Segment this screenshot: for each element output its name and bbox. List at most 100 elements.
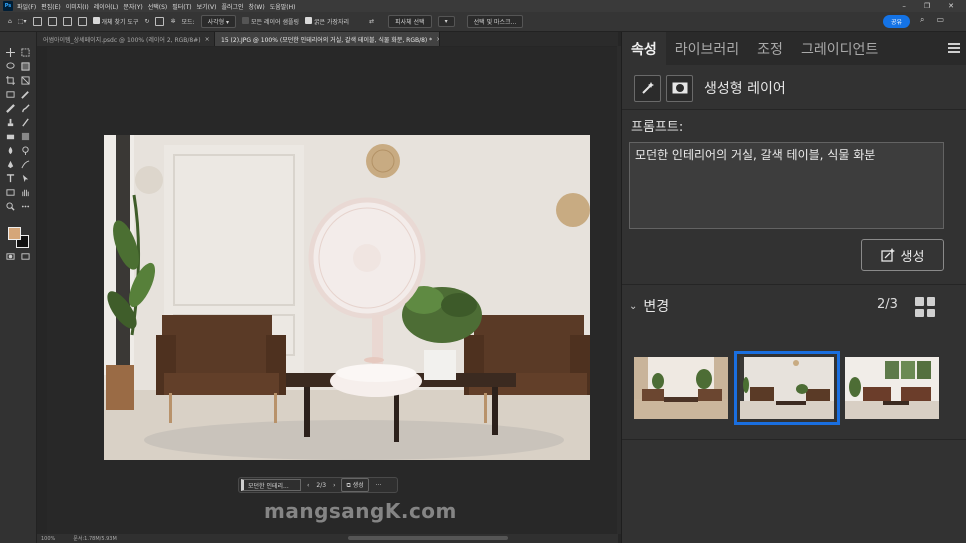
variation-thumbnail-2[interactable]: [734, 351, 840, 425]
zoom-tool-icon[interactable]: [6, 202, 15, 211]
menu-file[interactable]: 파일(F): [17, 2, 36, 11]
mode-select[interactable]: 사각형 ▾: [200, 15, 237, 28]
restore-icon[interactable]: ❐: [924, 2, 930, 10]
blur-tool-icon[interactable]: [6, 146, 15, 155]
eraser-tool-icon[interactable]: [6, 132, 15, 141]
rectangle-tool-icon[interactable]: [6, 188, 15, 197]
sample-all-layers-checkbox[interactable]: 모든 레이어 샘플링: [242, 17, 299, 26]
pen-tool-icon[interactable]: [6, 160, 15, 169]
menu-items: 파일(F) 편집(E) 이미지(I) 레이어(L) 문자(Y) 선택(S) 필터…: [17, 2, 295, 11]
history-brush-icon[interactable]: [21, 118, 30, 127]
quick-mask-icon[interactable]: [6, 252, 15, 261]
document-tab[interactable]: 어썸아이템_상세페이지.psdc @ 100% (레이어 2, RGB/8#) …: [37, 32, 215, 46]
menu-edit[interactable]: 편집(E): [41, 2, 61, 11]
tab-libraries[interactable]: 라이브러리: [666, 32, 748, 65]
lasso-tool-icon[interactable]: [6, 62, 15, 71]
status-bar: 100% 문서:1.78M/5.93M: [37, 534, 618, 543]
menu-select[interactable]: 선택(S): [148, 2, 168, 11]
add-selection-icon[interactable]: [47, 17, 57, 26]
next-variation-icon[interactable]: ›: [333, 482, 335, 489]
close-icon[interactable]: ✕: [948, 2, 954, 10]
settings-icon[interactable]: ✲: [170, 18, 175, 25]
intersect-selection-icon[interactable]: [77, 17, 87, 26]
gradient-tool-icon[interactable]: [21, 132, 30, 141]
sample-all-layers-label: 모든 레이어 샘플링: [251, 19, 300, 26]
menu-layer[interactable]: 레이어(L): [94, 2, 119, 11]
menu-plugins[interactable]: 플러그인: [221, 2, 243, 11]
grid-view-icon[interactable]: [915, 297, 935, 317]
collapse-chevron-icon[interactable]: ⌄: [629, 301, 637, 312]
workspace-icon[interactable]: ▭: [936, 15, 944, 25]
subject-dropdown-button[interactable]: ▾: [437, 16, 455, 27]
share-button[interactable]: 공유: [883, 15, 910, 28]
tab-properties[interactable]: 속성: [622, 32, 666, 65]
tab-gradients[interactable]: 그레이디언트: [792, 32, 887, 65]
context-generate-button[interactable]: ⧉ 생성: [341, 478, 369, 492]
path-select-icon[interactable]: [21, 174, 30, 183]
subtract-selection-icon[interactable]: [62, 17, 72, 26]
eyedropper-tool-icon[interactable]: [21, 90, 30, 99]
select-subject-button[interactable]: 피사체 선택: [388, 15, 432, 28]
crop-tool-icon[interactable]: [6, 76, 15, 85]
generate-button[interactable]: 생성: [861, 239, 944, 271]
variations-thumbnails: [633, 351, 943, 425]
document-tab-active[interactable]: 15 (2).JPG @ 100% (모던한 인테리어의 거실, 갈색 테이블,…: [215, 32, 440, 46]
type-tool-icon[interactable]: [6, 174, 15, 183]
swap-icon[interactable]: ⇄: [369, 18, 374, 25]
variations-title: 변경: [643, 299, 670, 315]
menu-filter[interactable]: 필터(T): [172, 2, 191, 11]
more-tools-icon[interactable]: [21, 202, 30, 211]
zoom-level[interactable]: 100%: [41, 536, 55, 542]
properties-panel: 속성 라이브러리 조정 그레이디언트 생성형 레이어 프롬프트: 모던한 인테리…: [621, 32, 966, 543]
menu-type[interactable]: 문자(Y): [123, 2, 142, 11]
freeform-pen-icon[interactable]: [21, 160, 30, 169]
layer-mask-icon[interactable]: [666, 74, 693, 102]
prompt-textarea[interactable]: 모던한 인테리어의 거실, 갈색 테이블, 식물 화분: [629, 142, 944, 229]
document-size: 문서:1.78M/5.93M: [73, 536, 117, 542]
object-selection-tool-icon[interactable]: [21, 62, 30, 71]
refresh-icon[interactable]: ↻: [144, 18, 149, 25]
close-tab-icon[interactable]: ×: [436, 36, 439, 43]
healing-brush-icon[interactable]: [6, 104, 15, 113]
frame-select-tool-icon[interactable]: [6, 90, 15, 99]
menu-help[interactable]: 도움말(H): [270, 2, 296, 11]
hard-edge-label: 굵은 가장자리: [314, 19, 350, 26]
context-prompt-field[interactable]: 모던한 인테리...: [241, 479, 301, 491]
search-icon[interactable]: ⌕: [920, 15, 924, 25]
auto-select-checkbox[interactable]: 개체 찾기 도구: [92, 17, 138, 26]
layer-type-row: 생성형 레이어: [634, 73, 786, 103]
dodge-tool-icon[interactable]: [21, 146, 30, 155]
photoshop-logo-icon: Ps: [3, 1, 13, 11]
menu-window[interactable]: 창(W): [249, 2, 265, 11]
watermark-text: mangsangK.com: [264, 499, 457, 523]
new-selection-icon[interactable]: [32, 17, 42, 26]
minimize-icon[interactable]: –: [902, 2, 906, 10]
object-selection-tool-icon[interactable]: ⬚▾: [18, 18, 27, 25]
document-canvas-image[interactable]: [104, 135, 590, 460]
menu-image[interactable]: 이미지(I): [66, 2, 89, 11]
brush-tool-icon[interactable]: [21, 104, 30, 113]
foreground-color-swatch[interactable]: [8, 227, 21, 240]
variation-thumbnail-1[interactable]: [634, 357, 728, 419]
select-and-mask-button[interactable]: 선택 및 마스크...: [466, 15, 524, 28]
more-options-button[interactable]: ···: [376, 482, 382, 489]
panel-menu-icon[interactable]: [948, 43, 960, 53]
screen-mode-icon[interactable]: [21, 252, 30, 261]
prev-variation-icon[interactable]: ‹: [307, 482, 309, 489]
hand-tool-icon[interactable]: [21, 188, 30, 197]
menu-view[interactable]: 보기(V): [197, 2, 217, 11]
home-icon[interactable]: ⌂: [8, 18, 12, 25]
horizontal-scrollbar[interactable]: [348, 536, 508, 540]
tab-adjustments[interactable]: 조정: [748, 32, 792, 65]
mode-label: 모드:: [181, 19, 195, 26]
move-tool-icon[interactable]: [6, 48, 15, 57]
overlay-icon[interactable]: [155, 17, 165, 26]
close-tab-icon[interactable]: ×: [205, 36, 210, 43]
generative-layer-icon[interactable]: [634, 74, 661, 102]
hard-edge-checkbox[interactable]: 굵은 가장자리: [305, 17, 349, 26]
marquee-tool-icon[interactable]: [21, 48, 30, 57]
variations-header: ⌄ 변경 2/3: [629, 296, 944, 317]
clone-stamp-icon[interactable]: [6, 118, 15, 127]
variation-thumbnail-3[interactable]: [845, 357, 939, 419]
frame-tool-icon[interactable]: [21, 76, 30, 85]
